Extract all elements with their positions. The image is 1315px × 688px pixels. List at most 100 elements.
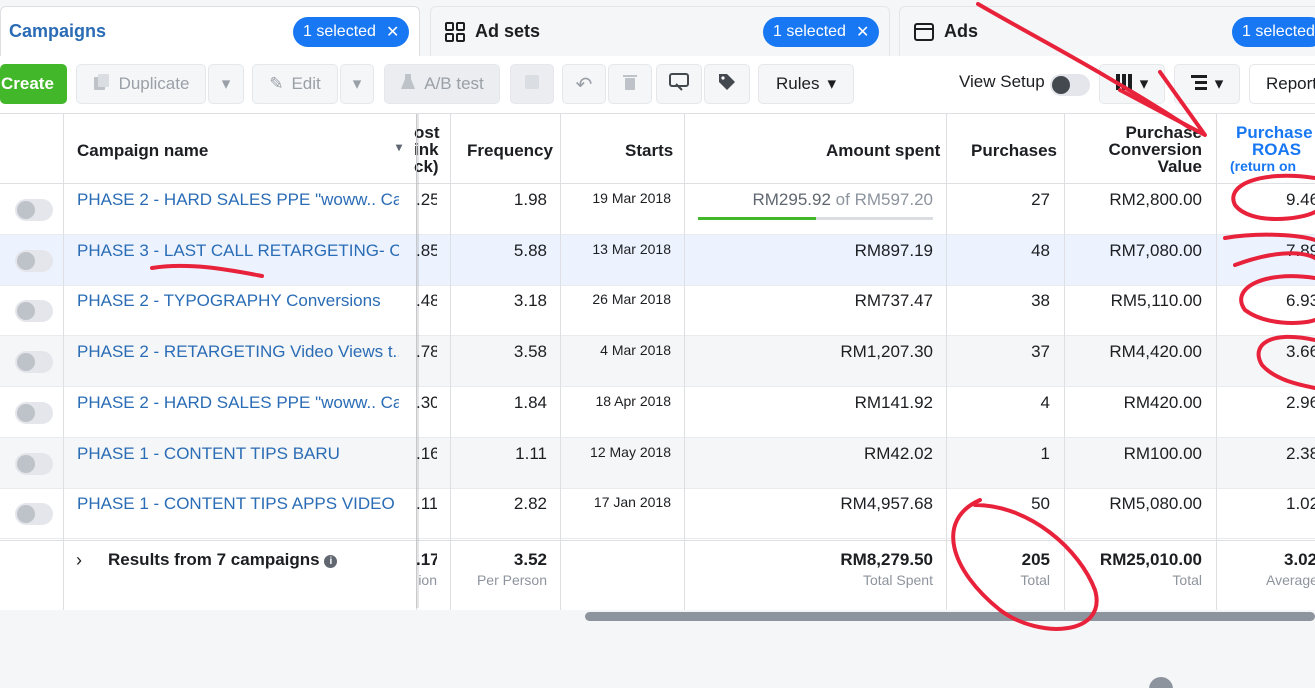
roas-value: 9.46 <box>1286 190 1315 209</box>
column-header-starts[interactable]: Starts <box>625 141 673 161</box>
column-divider <box>1064 114 1065 610</box>
duplicate-dropdown-button[interactable]: ▾ <box>208 64 244 104</box>
campaign-toggle[interactable] <box>15 401 53 424</box>
toolbar: Create Duplicate ▾ ✎ Edit ▾ A/B test ↶ R… <box>0 56 1315 114</box>
amount-spent-value: RM897.19 <box>854 240 933 260</box>
columns-button[interactable]: ▾ <box>1099 64 1165 104</box>
campaign-name-link[interactable]: PHASE 2 - HARD SALES PPE "woww.. Ca... <box>77 393 399 413</box>
roas-value: 7.89 <box>1286 240 1315 260</box>
roas-header-line2: ROAS <box>1252 140 1302 159</box>
campaign-name-link[interactable]: PHASE 1 - CONTENT TIPS APPS VIDEO <box>77 494 399 514</box>
tab-ads[interactable]: Ads 1 selected <box>899 6 1315 56</box>
duplicate-button[interactable]: Duplicate <box>76 64 206 104</box>
caret-down-icon: ▾ <box>1139 74 1149 93</box>
table-row[interactable]: PHASE 2 - RETARGETING Video Views t... .7… <box>0 336 1315 388</box>
cost-per-click-value: .16 <box>416 443 437 463</box>
conversion-value: RM7,080.00 <box>1109 240 1202 260</box>
campaign-name-link[interactable]: PHASE 2 - RETARGETING Video Views t... <box>77 342 399 362</box>
summary-purchases-sub: Total <box>1020 572 1050 588</box>
ad-sets-selected-pill[interactable]: 1 selected ✕ <box>763 17 880 47</box>
frequency-value: 3.58 <box>513 342 547 362</box>
purchases-value: 27 <box>1031 190 1050 209</box>
summary-frequency: 3.52 <box>513 550 547 569</box>
purchases-value: 48 <box>1031 240 1050 260</box>
column-header-purchase-conversion-value[interactable]: Purchase Conversion Value <box>1064 124 1202 175</box>
breakdown-button[interactable]: ▾ <box>1174 64 1240 104</box>
summary-cost-sub: ion <box>418 572 437 588</box>
table-row[interactable]: PHASE 1 - CONTENT TIPS APPS VIDEO .11 2.82… <box>0 488 1315 540</box>
campaign-name-link[interactable]: PHASE 3 - LAST CALL RETARGETING- C... <box>77 241 399 261</box>
disabled-action-button[interactable] <box>510 64 554 104</box>
column-header-campaign-name[interactable]: Campaign name <box>77 141 208 161</box>
table-row[interactable]: PHASE 2 - HARD SALES PPE "woww.. Ca... .2… <box>0 184 1315 235</box>
summary-amount-spent: RM8,279.50 <box>840 550 933 569</box>
frequency-value: 2.82 <box>513 494 547 514</box>
campaign-toggle[interactable] <box>15 249 53 272</box>
rules-button[interactable]: Rules ▾ <box>758 64 854 104</box>
campaign-toggle[interactable] <box>15 452 53 475</box>
horizontal-scrollbar[interactable] <box>585 612 1315 621</box>
start-date-value: 17 Jan 2018 <box>593 494 671 511</box>
sort-caret-icon[interactable]: ▾ <box>396 140 402 154</box>
tab-campaigns[interactable]: Campaigns 1 selected ✕ <box>0 6 420 56</box>
purchases-value: 50 <box>1031 494 1050 514</box>
roas-value: 1.02 <box>1286 494 1315 514</box>
undo-button[interactable]: ↶ <box>562 64 606 104</box>
create-button[interactable]: Create <box>0 64 67 104</box>
budget-of-label: of <box>835 190 850 209</box>
close-icon[interactable]: ✕ <box>856 22 869 42</box>
info-icon[interactable]: i <box>324 555 338 568</box>
column-header-amount-spent[interactable]: Amount spent <box>826 141 940 161</box>
reports-button[interactable]: Reports <box>1249 64 1315 104</box>
column-header-frequency[interactable]: Frequency <box>467 141 553 161</box>
column-divider <box>684 114 685 610</box>
campaign-toggle[interactable] <box>15 300 53 323</box>
edit-button[interactable]: ✎ Edit <box>252 64 338 104</box>
campaign-name-link[interactable]: PHASE 2 - TYPOGRAPHY Conversions <box>77 291 399 311</box>
flask-icon <box>400 73 416 96</box>
campaign-toggle[interactable] <box>15 199 53 221</box>
table-row[interactable]: PHASE 2 - TYPOGRAPHY Conversions .48 3.18 2… <box>0 285 1315 337</box>
edit-dropdown-button[interactable]: ▾ <box>340 64 374 104</box>
scroll-handle[interactable] <box>1149 677 1173 688</box>
campaign-name-link[interactable]: PHASE 2 - HARD SALES PPE "woww.. Ca... <box>77 190 399 210</box>
campaigns-selected-pill[interactable]: 1 selected ✕ <box>293 17 410 47</box>
roas-value: 2.38 <box>1286 443 1315 463</box>
ads-selected-pill[interactable]: 1 selected <box>1232 17 1315 47</box>
campaign-toggle[interactable] <box>15 503 53 526</box>
roas-header-line1: Purchase <box>1236 123 1313 142</box>
table-row[interactable]: PHASE 1 - CONTENT TIPS BARU .16 1.11 12 May… <box>0 437 1315 489</box>
trash-icon <box>622 73 638 96</box>
column-header-purchases[interactable]: Purchases <box>971 141 1057 161</box>
view-setup-toggle[interactable] <box>1050 74 1090 96</box>
campaign-name-link[interactable]: PHASE 1 - CONTENT TIPS BARU <box>77 444 399 464</box>
preview-button[interactable] <box>656 64 702 104</box>
caret-down-icon: ▾ <box>221 74 231 93</box>
caret-down-icon: ▾ <box>827 74 836 93</box>
tag-icon <box>718 73 736 96</box>
blank-icon <box>524 74 540 95</box>
delete-button[interactable] <box>608 64 652 104</box>
table-row[interactable]: PHASE 3 - LAST CALL RETARGETING- C... .85… <box>0 234 1315 286</box>
cost-per-click-value: .11 <box>416 494 437 514</box>
column-header-purchase-roas[interactable]: Purchase ROAS (return on <box>1230 123 1313 175</box>
conversion-value: RM5,110.00 <box>1110 291 1202 311</box>
amount-spent-value: RM42.02 <box>864 443 933 463</box>
create-label: Create <box>1 74 54 93</box>
amount-spent-with-budget: RM295.92 of RM597.20 <box>690 190 933 210</box>
edit-label: Edit <box>291 74 321 93</box>
summary-frequency-sub: Per Person <box>476 572 547 588</box>
view-setup-label: View Setup <box>959 72 1045 91</box>
close-icon[interactable]: ✕ <box>386 22 399 42</box>
campaign-toggle[interactable] <box>15 351 53 374</box>
summary-purchases: 205 <box>1021 550 1050 569</box>
cost-per-click-value: .78 <box>416 342 437 362</box>
tag-button[interactable] <box>704 64 750 104</box>
start-date-value: 26 Mar 2018 <box>592 291 671 308</box>
ab-test-button[interactable]: A/B test <box>384 64 500 104</box>
tab-campaigns-label: Campaigns <box>9 21 107 41</box>
chevron-right-icon[interactable]: › <box>76 550 82 571</box>
table-row[interactable]: PHASE 2 - HARD SALES PPE "woww.. Ca... .3… <box>0 387 1315 438</box>
tab-ad-sets[interactable]: Ad sets 1 selected ✕ <box>430 6 890 56</box>
summary-amount-spent-sub: Total Spent <box>862 572 933 588</box>
